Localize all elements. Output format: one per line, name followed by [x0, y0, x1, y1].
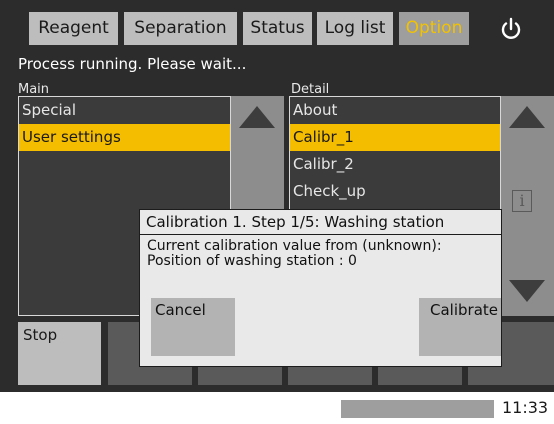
detail-list-item-check-up[interactable]: Check_up [290, 178, 500, 205]
main-panel-label: Main [18, 82, 50, 97]
progress-indicator [341, 400, 494, 418]
dialog-body: Current calibration value from (unknown)… [140, 235, 501, 269]
info-icon[interactable]: i [512, 190, 532, 212]
main-list-item-special[interactable]: Special [19, 97, 230, 124]
dialog-title: Calibration 1. Step 1/5: Washing station [140, 210, 501, 235]
clock: 11:33 [502, 398, 549, 417]
calibration-dialog: Calibration 1. Step 1/5: Washing station… [139, 209, 502, 367]
cancel-button[interactable]: Cancel [151, 298, 235, 356]
tab-separation[interactable]: Separation [124, 12, 237, 45]
status-bar: 11:33 [0, 392, 554, 424]
main-scroll-up-icon[interactable] [231, 100, 284, 136]
stop-button[interactable]: Stop [18, 322, 101, 385]
detail-list-item-calibr-2[interactable]: Calibr_2 [290, 151, 500, 178]
washing-station-position-text: Position of washing station : 0 [147, 253, 357, 269]
tab-option[interactable]: Option [399, 12, 469, 45]
power-icon[interactable] [497, 15, 525, 43]
detail-scrollbar[interactable]: i [501, 96, 554, 316]
tab-log-list[interactable]: Log list [317, 12, 393, 45]
detail-scroll-up-icon[interactable] [501, 100, 554, 136]
detail-list-item-calibr-1[interactable]: Calibr_1 [290, 124, 500, 151]
main-list-item-user-settings[interactable]: User settings [19, 124, 230, 151]
detail-list-item-about[interactable]: About [290, 97, 500, 124]
tab-reagent[interactable]: Reagent [29, 12, 118, 45]
calibration-value-text: Current calibration value from (unknown)… [147, 238, 442, 254]
process-status-text: Process running. Please wait... [18, 55, 247, 73]
detail-panel-label: Detail [291, 82, 330, 97]
calibrate-button[interactable]: Calibrate [419, 298, 501, 356]
tab-status[interactable]: Status [243, 12, 312, 45]
detail-scroll-down-icon[interactable] [501, 274, 554, 310]
